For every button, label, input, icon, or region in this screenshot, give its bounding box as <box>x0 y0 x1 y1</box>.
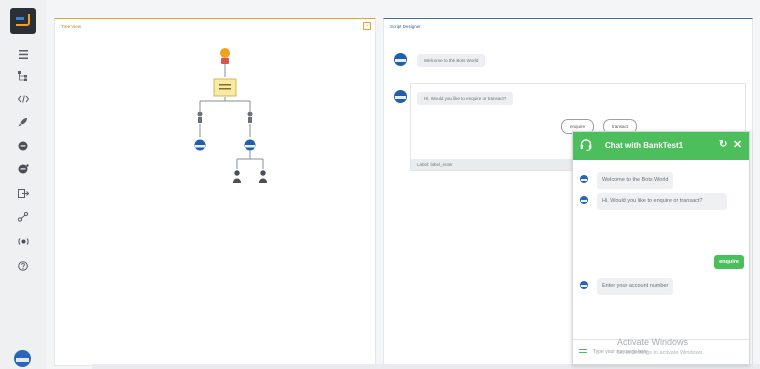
app-logo[interactable] <box>10 8 36 34</box>
help-icon[interactable] <box>0 256 46 276</box>
activate-windows-subtitle: Go to Settings to activate Windows. <box>617 350 704 356</box>
refresh-icon[interactable]: ↻ <box>719 139 727 150</box>
bot-avatar-icon <box>394 90 407 103</box>
chat-widget: Chat with BankTest1 ↻ ✕ Welcome to the B… <box>572 131 750 365</box>
menu-icon[interactable] <box>579 349 587 355</box>
chat-message: Enter your account number <box>597 278 674 295</box>
code-icon[interactable] <box>0 89 46 109</box>
tree-bot-nodes <box>194 139 256 151</box>
tree-icon[interactable] <box>0 66 46 86</box>
share-icon[interactable] <box>0 207 46 227</box>
welcome-message[interactable]: Welcome to the Bots World <box>417 54 486 67</box>
question-message: Hi, Would you like to enquire or transac… <box>417 92 514 105</box>
bot-avatar-icon <box>580 196 588 204</box>
chat-alt-icon[interactable] <box>0 159 46 179</box>
bot-avatar-icon <box>580 281 588 289</box>
export-icon[interactable] <box>0 183 46 203</box>
bot-avatar-icon <box>394 53 407 66</box>
activate-windows-watermark: Activate Windows <box>617 337 689 347</box>
tree-view-panel: Tree View – <box>54 18 376 366</box>
chat-title: Chat with BankTest1 <box>605 141 684 150</box>
chat-icon[interactable] <box>0 136 46 156</box>
tree-option-nodes <box>197 111 253 123</box>
grid-icon[interactable] <box>0 44 46 64</box>
chat-messages: Welcome to the Bots World Hi, Would you … <box>573 160 749 340</box>
tree-root-node <box>220 48 230 64</box>
close-icon[interactable]: ✕ <box>733 138 742 151</box>
chat-header: Chat with BankTest1 ↻ ✕ <box>573 132 749 160</box>
user-avatar[interactable] <box>14 350 31 367</box>
tree-menu-node <box>213 78 237 97</box>
broadcast-icon[interactable] <box>0 231 46 251</box>
chat-user-message: enquire <box>714 255 744 269</box>
headset-icon <box>580 139 592 151</box>
rocket-icon[interactable] <box>0 112 46 132</box>
script-designer-title: Script Designer <box>390 24 421 29</box>
bot-avatar-icon <box>580 175 588 183</box>
tree-user-nodes <box>233 170 267 183</box>
chat-message: Hi, Would you like to enquire or transac… <box>597 193 727 210</box>
sidebar <box>0 0 47 369</box>
chat-message: Welcome to the Bots World <box>597 172 674 189</box>
